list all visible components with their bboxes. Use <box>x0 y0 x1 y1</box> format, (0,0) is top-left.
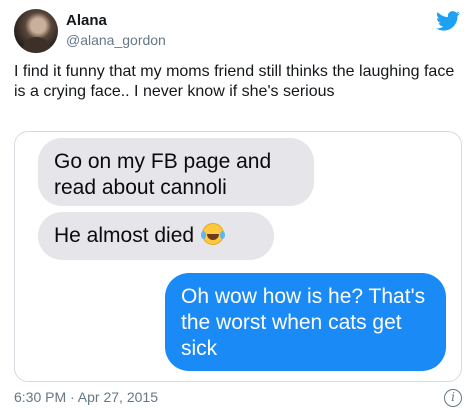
twitter-bird-icon[interactable] <box>436 11 460 31</box>
message-text: He almost died <box>54 224 195 247</box>
tweet-text: I find it funny that my moms friend stil… <box>14 63 455 100</box>
message-text: Go on my FB page and read about cannoli <box>54 150 272 199</box>
author-handle[interactable]: @alana_gordon <box>66 32 166 48</box>
timestamp[interactable]: 6:30 PM · Apr 27, 2015 <box>14 389 158 405</box>
screenshot-image[interactable]: Go on my FB page and read about cannoli … <box>14 131 462 382</box>
tweet-card: Alana @alana_gordon I find it funny that… <box>0 0 474 410</box>
info-icon[interactable]: i <box>444 389 462 407</box>
avatar[interactable] <box>14 9 58 53</box>
message-bubble-received: He almost died <box>38 212 274 260</box>
message-text: Oh wow how is he? That's the worst when … <box>181 285 426 360</box>
message-bubble-sent: Oh wow how is he? That's the worst when … <box>165 273 446 371</box>
author-name[interactable]: Alana <box>66 12 107 29</box>
message-bubble-received: Go on my FB page and read about cannoli <box>38 138 314 206</box>
laughing-face-icon <box>200 223 224 245</box>
